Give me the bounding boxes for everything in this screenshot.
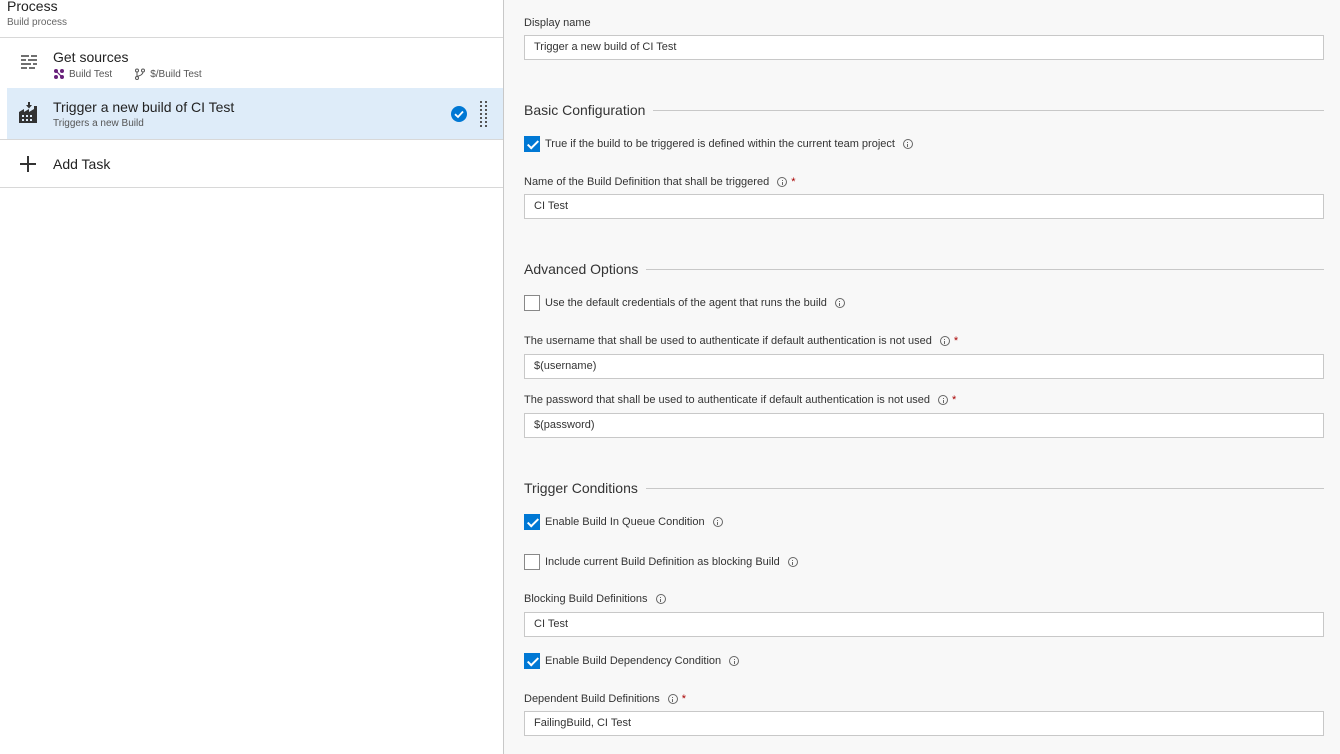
divider: [0, 139, 503, 140]
repo-icon: [54, 69, 64, 79]
source-path: $/Build Test: [150, 68, 202, 80]
info-icon[interactable]: [667, 694, 678, 704]
task-name: Get sources: [53, 49, 129, 65]
task-name: Trigger a new build of CI Test: [53, 99, 235, 115]
build-definition-label: Name of the Build Definition that shall …: [524, 176, 795, 188]
add-task-label: Add Task: [53, 156, 111, 172]
username-label-text: The username that shall be used to authe…: [524, 335, 932, 347]
dependency-condition-checkbox[interactable]: [524, 653, 540, 669]
build-definition-input[interactable]: CI Test: [524, 194, 1324, 219]
required-marker: *: [953, 335, 959, 347]
dependent-definitions-label-text: Dependent Build Definitions: [524, 693, 660, 705]
display-name-label-text: Display name: [524, 17, 591, 29]
task-details-panel: Display name Trigger a new build of CI T…: [504, 0, 1340, 754]
section-advanced-options[interactable]: Advanced Options: [524, 261, 1324, 277]
display-name-input[interactable]: Trigger a new build of CI Test: [524, 35, 1324, 60]
task-get-sources[interactable]: Get sources Build Test $/Build Test: [7, 38, 503, 88]
username-input[interactable]: $(username): [524, 354, 1324, 379]
queue-condition-checkbox-row[interactable]: Enable Build In Queue Condition: [524, 514, 723, 530]
required-marker: *: [681, 693, 687, 705]
task-trigger-build[interactable]: Trigger a new build of CI Test Triggers …: [7, 88, 503, 139]
section-basic-configuration[interactable]: Basic Configuration: [524, 102, 1324, 118]
build-process-editor: Process Build process Get sources Build …: [0, 0, 1340, 754]
checkbox-label: Include current Build Definition as bloc…: [545, 556, 780, 568]
display-name-label: Display name: [524, 17, 591, 29]
checkbox-label: Use the default credentials of the agent…: [545, 297, 827, 309]
section-title: Advanced Options: [524, 261, 639, 277]
blocking-definitions-label-text: Blocking Build Definitions: [524, 593, 648, 605]
queue-condition-checkbox[interactable]: [524, 514, 540, 530]
divider: [0, 187, 503, 188]
info-icon[interactable]: [938, 395, 949, 405]
section-title: Trigger Conditions: [524, 480, 638, 496]
username-label: The username that shall be used to authe…: [524, 335, 958, 347]
build-definition-label-text: Name of the Build Definition that shall …: [524, 176, 770, 188]
task-meta: Build Test $/Build Test: [53, 68, 202, 80]
password-label: The password that shall be used to authe…: [524, 394, 956, 406]
blocking-definitions-label: Blocking Build Definitions: [524, 593, 666, 605]
process-title[interactable]: Process: [7, 0, 58, 14]
get-sources-icon: [21, 55, 37, 69]
include-current-checkbox[interactable]: [524, 554, 540, 570]
section-title: Basic Configuration: [524, 102, 646, 118]
checkbox-label: Enable Build In Queue Condition: [545, 516, 705, 528]
required-marker: *: [791, 176, 796, 188]
info-icon[interactable]: [777, 177, 788, 187]
default-credentials-checkbox-row[interactable]: Use the default credentials of the agent…: [524, 295, 845, 311]
info-icon[interactable]: [834, 298, 845, 308]
required-marker: *: [952, 394, 957, 406]
process-panel: Process Build process Get sources Build …: [0, 0, 503, 754]
dependent-definitions-label: Dependent Build Definitions *: [524, 693, 686, 705]
info-icon[interactable]: [712, 517, 723, 527]
include-current-checkbox-row[interactable]: Include current Build Definition as bloc…: [524, 554, 798, 570]
branch-icon: [135, 68, 146, 80]
dependency-condition-checkbox-row[interactable]: Enable Build Dependency Condition: [524, 653, 740, 669]
section-trigger-conditions[interactable]: Trigger Conditions: [524, 480, 1324, 496]
info-icon[interactable]: [902, 139, 913, 149]
repo-name: Build Test: [69, 68, 113, 80]
current-project-checkbox-row[interactable]: True if the build to be triggered is def…: [524, 136, 913, 152]
plus-icon: [20, 156, 36, 172]
default-credentials-checkbox[interactable]: [524, 295, 540, 311]
info-icon[interactable]: [729, 656, 740, 666]
info-icon[interactable]: [939, 336, 950, 346]
process-subtitle: Build process: [7, 17, 68, 28]
current-project-checkbox[interactable]: [524, 136, 540, 152]
dependent-definitions-input[interactable]: FailingBuild, CI Test: [524, 711, 1324, 736]
section-divider: [646, 268, 1324, 270]
add-task-button[interactable]: Add Task: [7, 141, 503, 187]
info-icon[interactable]: [787, 557, 798, 567]
checkbox-label: Enable Build Dependency Condition: [545, 655, 722, 667]
blocking-definitions-input[interactable]: CI Test: [524, 612, 1324, 637]
drag-handle-icon[interactable]: [480, 101, 488, 127]
trigger-build-icon: [19, 102, 37, 123]
task-subtitle: Triggers a new Build: [53, 118, 144, 129]
password-input[interactable]: $(password): [524, 413, 1324, 438]
checkbox-label: True if the build to be triggered is def…: [545, 138, 895, 150]
section-divider: [653, 109, 1324, 111]
task-enabled-check-icon: [451, 106, 467, 122]
section-divider: [645, 487, 1324, 489]
password-label-text: The password that shall be used to authe…: [524, 394, 931, 406]
info-icon[interactable]: [655, 594, 666, 604]
